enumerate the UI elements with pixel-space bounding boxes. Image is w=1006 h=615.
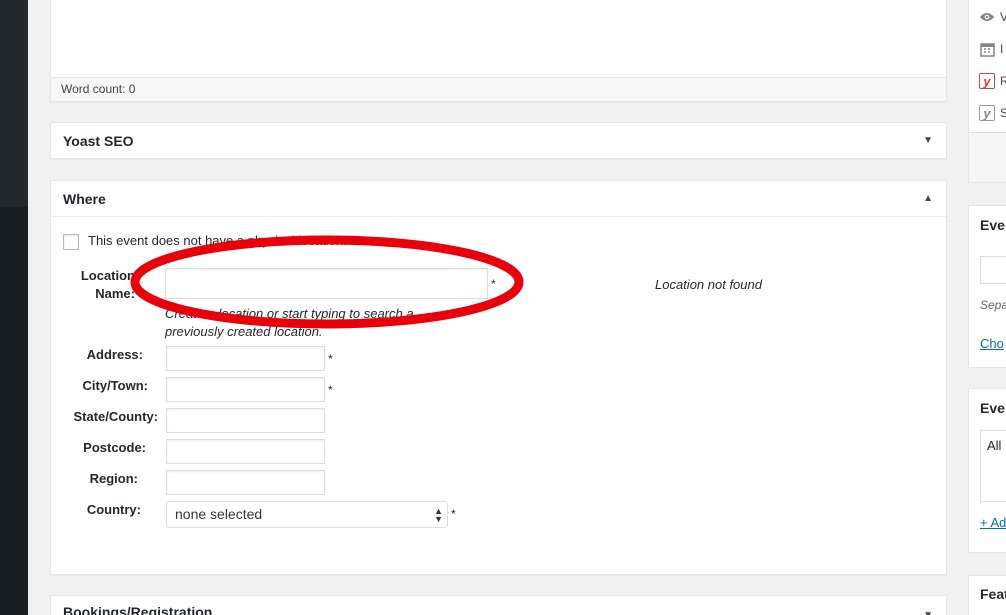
location-name-help: Create a location or start typing to sea… [165,305,414,341]
required-mark: * [451,507,456,521]
location-name-label: Location Name: [71,267,135,303]
featured-image-box: Feat [968,575,1006,615]
state-county-input[interactable] [166,408,325,433]
location-name-label-line-2: Name: [95,286,135,301]
calendar-icon [979,41,995,57]
city-town-input[interactable] [166,377,325,402]
event-tags-box: Eve Sepa Cho [968,205,1006,368]
yoast-seo-icon: y [979,105,995,121]
visibility-row[interactable]: V [979,9,1006,25]
yoast-seo-header[interactable]: Yoast SEO ▼ [51,123,946,159]
location-name-help-line-2: previously created location. [165,324,323,339]
state-county-label: State/County: [73,409,159,424]
toggle-arrow-down-icon[interactable]: ▼ [923,123,933,159]
where-header[interactable]: Where ▲ [51,181,946,217]
readability-row[interactable]: y R [979,73,1006,89]
region-input[interactable] [166,470,325,495]
visibility-label: V [1000,10,1006,24]
yoast-seo-title: Yoast SEO [63,133,134,149]
country-selected-value: none selected [175,506,263,522]
location-name-help-line-1: Create a location or start typing to sea… [165,306,414,321]
editor-content-area[interactable] [51,0,946,79]
location-not-found-text: Location not found [655,277,762,292]
event-categories-box: Eve All + Ad [968,388,1006,553]
location-name-input[interactable] [165,268,488,299]
postcode-input[interactable] [166,439,325,464]
postcode-label: Postcode: [83,440,146,455]
publish-actions [969,132,1006,182]
admin-menu-lower [0,207,28,615]
event-tags-input[interactable] [980,256,1006,284]
publish-date-label: I [1000,42,1004,56]
where-title: Where [63,191,106,207]
yoast-seo-metabox[interactable]: Yoast SEO ▼ [50,122,947,159]
no-physical-location-checkbox[interactable] [63,234,79,250]
event-tags-hint: Sepa [980,298,1006,312]
seo-row[interactable]: y S [979,105,1006,121]
region-label: Region: [89,471,138,486]
toggle-arrow-up-icon[interactable]: ▲ [923,181,933,217]
readability-label: R [1000,74,1006,88]
post-editor: Word count: 0 [50,0,947,102]
admin-menu-dark-strip [0,0,28,615]
where-metabox: Where ▲ This event does not have a physi… [50,180,947,575]
city-town-label: City/Town: [82,378,148,393]
country-label: Country: [86,502,141,517]
event-tags-title: Eve [980,217,1005,233]
event-categories-list[interactable]: All [980,430,1006,502]
bookings-registration-header[interactable]: Bookings/Registration ▼ [51,596,946,615]
bookings-registration-metabox[interactable]: Bookings/Registration ▼ [50,595,947,615]
required-mark: * [328,383,333,397]
yoast-readability-icon: y [979,73,995,89]
event-categories-title: Eve [980,400,1005,416]
choose-tags-link[interactable]: Cho [980,336,1004,351]
required-mark: * [328,352,333,366]
eye-icon [979,9,995,25]
publish-date-row[interactable]: I [979,41,1003,57]
country-select[interactable]: none selected ▲ ▼ [166,501,448,528]
address-input[interactable] [166,346,325,371]
no-physical-location-label: This event does not have a physical loca… [88,233,347,248]
select-arrows-icon: ▲ ▼ [434,506,443,524]
toggle-arrow-down-icon[interactable]: ▼ [923,596,933,615]
featured-image-title: Feat [980,586,1006,602]
required-mark: * [491,277,496,291]
publish-box: V I y R y S [968,0,1006,183]
seo-label: S [1000,106,1006,120]
bookings-registration-title: Bookings/Registration [63,604,213,615]
add-category-link[interactable]: + Ad [980,515,1006,530]
address-label: Address: [86,347,143,362]
all-categories-tab[interactable]: All [987,438,1001,453]
word-count: Word count: 0 [51,77,946,101]
location-name-label-line-1: Location [80,268,135,283]
